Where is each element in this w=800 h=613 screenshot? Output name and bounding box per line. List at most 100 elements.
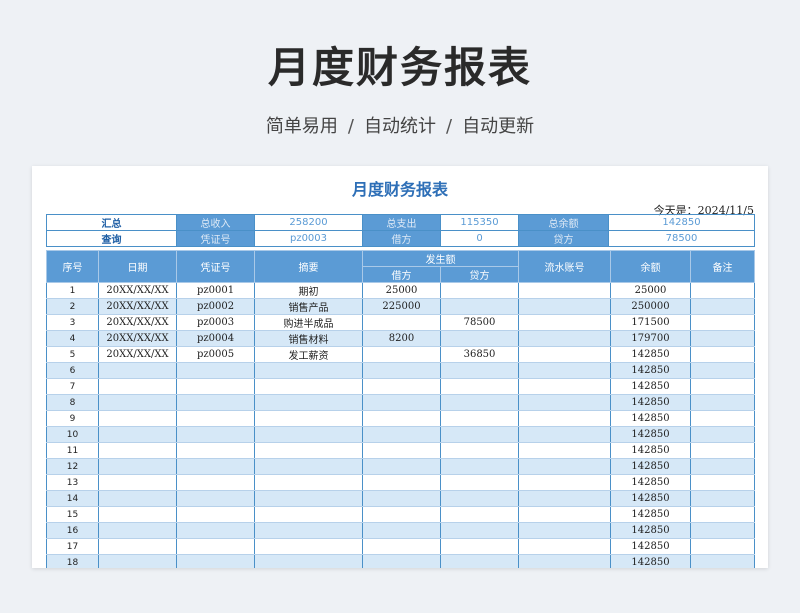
cell-date[interactable] (98, 426, 177, 443)
cell-summary[interactable]: 购进半成品 (254, 314, 363, 331)
cell-debit[interactable]: 25000 (362, 282, 441, 299)
cell-balance[interactable]: 179700 (610, 330, 691, 347)
cell-remark[interactable] (690, 314, 755, 331)
cell-remark[interactable] (690, 474, 755, 491)
cell-seq[interactable]: 10 (46, 426, 99, 443)
cell-credit[interactable] (440, 282, 519, 299)
cell-voucher[interactable]: pz0001 (176, 282, 255, 299)
cell-summary[interactable] (254, 474, 363, 491)
cell-voucher[interactable] (176, 522, 255, 539)
table-row[interactable]: 6 142850 (46, 362, 755, 379)
table-row[interactable]: 10 142850 (46, 426, 755, 443)
cell-balance[interactable]: 142850 (610, 426, 691, 443)
table-row[interactable]: 8 142850 (46, 394, 755, 411)
cell-date[interactable] (98, 410, 177, 427)
cell-summary[interactable] (254, 458, 363, 475)
cell-balance[interactable]: 142850 (610, 378, 691, 395)
cell-serial[interactable] (518, 314, 611, 331)
cell-date[interactable] (98, 554, 177, 568)
cell-summary[interactable] (254, 506, 363, 523)
cell-balance[interactable]: 142850 (610, 346, 691, 363)
table-row[interactable]: 18 142850 (46, 554, 755, 568)
cell-debit[interactable] (362, 362, 441, 379)
credit-query-value[interactable]: 78500 (608, 230, 755, 247)
cell-date[interactable] (98, 378, 177, 395)
cell-balance[interactable]: 142850 (610, 410, 691, 427)
cell-date[interactable] (98, 522, 177, 539)
cell-seq[interactable]: 7 (46, 378, 99, 395)
cell-serial[interactable] (518, 458, 611, 475)
cell-credit[interactable] (440, 442, 519, 459)
table-row[interactable]: 3 20XX/XX/XX pz0003 购进半成品 78500 171500 (46, 314, 755, 331)
cell-credit[interactable] (440, 378, 519, 395)
cell-remark[interactable] (690, 442, 755, 459)
cell-credit[interactable] (440, 490, 519, 507)
cell-date[interactable] (98, 394, 177, 411)
cell-voucher[interactable]: pz0003 (176, 314, 255, 331)
cell-voucher[interactable] (176, 458, 255, 475)
cell-remark[interactable] (690, 378, 755, 395)
cell-seq[interactable]: 18 (46, 554, 99, 568)
cell-summary[interactable] (254, 522, 363, 539)
cell-voucher[interactable]: pz0004 (176, 330, 255, 347)
cell-date[interactable] (98, 442, 177, 459)
cell-seq[interactable]: 12 (46, 458, 99, 475)
table-row[interactable]: 7 142850 (46, 378, 755, 395)
cell-balance[interactable]: 142850 (610, 362, 691, 379)
cell-serial[interactable] (518, 506, 611, 523)
cell-serial[interactable] (518, 522, 611, 539)
cell-balance[interactable]: 171500 (610, 314, 691, 331)
cell-credit[interactable] (440, 458, 519, 475)
cell-balance[interactable]: 142850 (610, 490, 691, 507)
cell-summary[interactable] (254, 490, 363, 507)
cell-balance[interactable]: 142850 (610, 554, 691, 568)
cell-serial[interactable] (518, 362, 611, 379)
cell-date[interactable] (98, 538, 177, 555)
cell-summary[interactable] (254, 538, 363, 555)
cell-serial[interactable] (518, 426, 611, 443)
cell-summary[interactable] (254, 378, 363, 395)
cell-voucher[interactable] (176, 442, 255, 459)
cell-remark[interactable] (690, 346, 755, 363)
voucher-query-input[interactable]: pz0003 (254, 230, 363, 247)
table-row[interactable]: 14 142850 (46, 490, 755, 507)
cell-remark[interactable] (690, 554, 755, 568)
cell-remark[interactable] (690, 362, 755, 379)
cell-summary[interactable]: 期初 (254, 282, 363, 299)
cell-summary[interactable] (254, 442, 363, 459)
cell-voucher[interactable] (176, 394, 255, 411)
cell-balance[interactable]: 25000 (610, 282, 691, 299)
cell-serial[interactable] (518, 298, 611, 315)
cell-remark[interactable] (690, 538, 755, 555)
total-expense-value[interactable]: 115350 (440, 214, 519, 231)
table-row[interactable]: 13 142850 (46, 474, 755, 491)
cell-seq[interactable]: 1 (46, 282, 99, 299)
cell-seq[interactable]: 13 (46, 474, 99, 491)
cell-serial[interactable] (518, 554, 611, 568)
cell-credit[interactable] (440, 538, 519, 555)
cell-debit[interactable]: 8200 (362, 330, 441, 347)
cell-date[interactable] (98, 362, 177, 379)
cell-remark[interactable] (690, 490, 755, 507)
cell-remark[interactable] (690, 330, 755, 347)
cell-credit[interactable] (440, 410, 519, 427)
table-row[interactable]: 9 142850 (46, 410, 755, 427)
cell-voucher[interactable] (176, 554, 255, 568)
cell-serial[interactable] (518, 490, 611, 507)
cell-debit[interactable] (362, 522, 441, 539)
cell-remark[interactable] (690, 282, 755, 299)
cell-summary[interactable] (254, 394, 363, 411)
cell-debit[interactable] (362, 378, 441, 395)
cell-seq[interactable]: 11 (46, 442, 99, 459)
cell-balance[interactable]: 142850 (610, 394, 691, 411)
cell-serial[interactable] (518, 442, 611, 459)
cell-debit[interactable] (362, 314, 441, 331)
cell-credit[interactable] (440, 426, 519, 443)
cell-voucher[interactable] (176, 490, 255, 507)
cell-voucher[interactable] (176, 474, 255, 491)
cell-date[interactable] (98, 490, 177, 507)
cell-balance[interactable]: 142850 (610, 506, 691, 523)
cell-serial[interactable] (518, 378, 611, 395)
cell-credit[interactable] (440, 330, 519, 347)
cell-debit[interactable] (362, 458, 441, 475)
